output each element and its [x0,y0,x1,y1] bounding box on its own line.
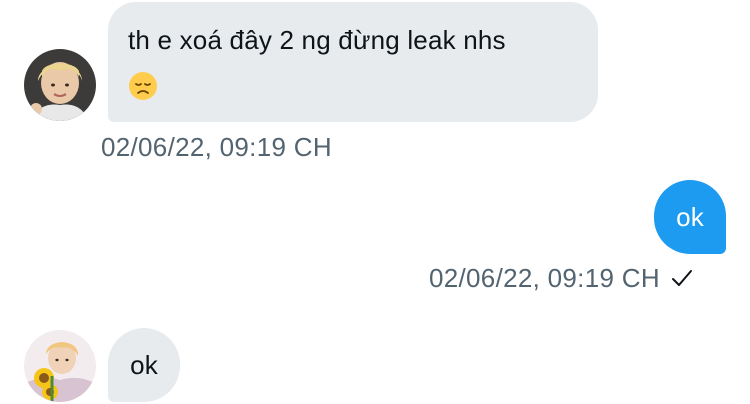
message-bubble-incoming[interactable]: th e xoá đây 2 ng đừng leak nhs [108,2,598,122]
message-timestamp: 02/06/22, 09:19 CH [429,263,694,293]
checkmark-icon [670,266,694,290]
message-text: ok [130,350,158,380]
message-text: th e xoá đây 2 ng đừng leak nhs [128,25,506,55]
timestamp-text: 02/06/22, 09:19 CH [429,263,660,293]
message-timestamp: 02/06/22, 09:19 CH [101,132,332,162]
user-avatar-blonde[interactable] [24,49,96,121]
user-avatar-sunflower[interactable] [24,330,96,402]
message-bubble-incoming[interactable]: ok [108,328,180,402]
disappointed-face-icon [128,71,158,101]
message-bubble-outgoing[interactable]: ok [654,180,726,254]
message-text: ok [676,202,704,232]
